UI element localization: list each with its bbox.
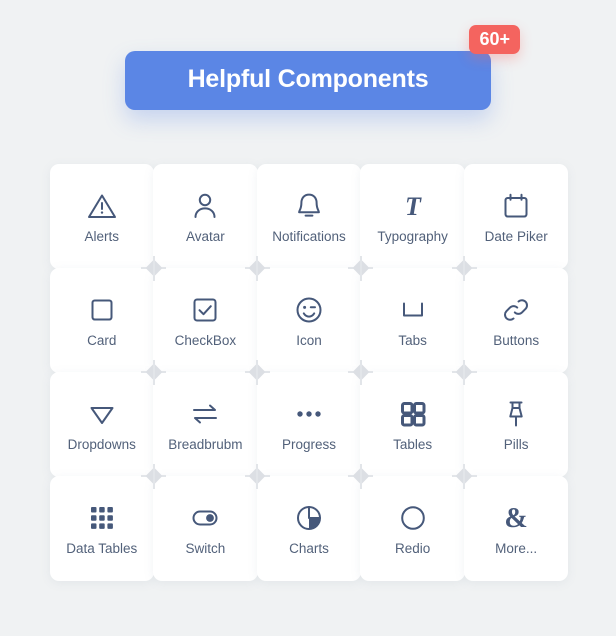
calendar-icon xyxy=(499,189,533,223)
header-banner-area: Helpful Components 60+ xyxy=(0,0,616,160)
two-way-arrows-icon xyxy=(188,397,222,431)
circle-outline-icon xyxy=(396,501,430,535)
four-squares-icon xyxy=(396,397,430,431)
component-cell-tables[interactable]: Tables xyxy=(360,371,465,477)
component-cell-breadbrubm[interactable]: Breadbrubm xyxy=(153,371,258,477)
component-cell-label: More... xyxy=(495,540,538,556)
component-cell-notifications[interactable]: Notifications xyxy=(256,163,362,269)
page-title: Helpful Components xyxy=(187,64,429,93)
component-cell-card[interactable]: Card xyxy=(49,267,155,373)
component-cell-label: Redio xyxy=(394,540,431,556)
component-cell-dropdowns[interactable]: Dropdowns xyxy=(49,371,155,477)
component-cell-label: Breadbrubm xyxy=(168,436,243,452)
header-banner[interactable]: Helpful Components 60+ xyxy=(125,24,520,110)
ampersand-icon: & xyxy=(499,501,533,535)
component-cell-label: Date Piker xyxy=(484,228,548,244)
pushpin-icon xyxy=(499,397,533,431)
italic-t-icon: T xyxy=(396,189,430,223)
component-cell-label: Pills xyxy=(503,436,529,452)
component-cell-label: Typography xyxy=(377,228,448,244)
nine-dots-grid-icon xyxy=(85,501,119,535)
component-cell-label: Card xyxy=(87,332,117,348)
square-outline-icon xyxy=(85,293,119,327)
component-cell-label: CheckBox xyxy=(174,332,237,348)
component-cell-label: Progress xyxy=(281,436,336,452)
component-cell-label: Alerts xyxy=(84,228,120,244)
component-cell-label: Dropdowns xyxy=(67,436,136,452)
component-cell-avatar[interactable]: Avatar xyxy=(153,163,258,269)
u-bracket-icon xyxy=(396,293,430,327)
component-cell-label: Buttons xyxy=(493,332,540,348)
bell-icon xyxy=(292,189,326,223)
svg-text:&: & xyxy=(505,503,528,534)
component-cell-redio[interactable]: Redio xyxy=(360,475,465,581)
component-cell-switch[interactable]: Switch xyxy=(153,475,258,581)
component-cell-charts[interactable]: Charts xyxy=(256,475,362,581)
component-cell-label: Tabs xyxy=(398,332,427,348)
component-cell-label: Tables xyxy=(393,436,433,452)
component-cell-checkbox[interactable]: CheckBox xyxy=(153,267,258,373)
component-cell-progress[interactable]: Progress xyxy=(256,371,362,477)
component-cell-typography[interactable]: T Typography xyxy=(360,163,465,269)
triangle-down-icon xyxy=(85,397,119,431)
component-grid: Alerts Avatar Notifications T Typography Date… xyxy=(49,163,569,581)
svg-text:T: T xyxy=(405,192,422,221)
component-cell-alerts[interactable]: Alerts xyxy=(49,163,155,269)
pie-chart-icon xyxy=(292,501,326,535)
component-cell-tabs[interactable]: Tabs xyxy=(360,267,465,373)
component-cell-label: Notifications xyxy=(272,228,346,244)
component-count-badge: 60+ xyxy=(469,24,520,54)
person-icon xyxy=(188,189,222,223)
component-cell-data-tables[interactable]: Data Tables xyxy=(49,475,155,581)
component-cell-label: Charts xyxy=(289,540,329,556)
chain-link-icon xyxy=(499,293,533,327)
component-cell-date-piker[interactable]: Date Piker xyxy=(463,163,569,269)
checked-box-icon xyxy=(188,293,222,327)
component-cell-label: Data Tables xyxy=(66,540,138,556)
component-cell-label: Switch xyxy=(185,540,226,556)
component-cell-more[interactable]: & More... xyxy=(463,475,569,581)
component-cell-buttons[interactable]: Buttons xyxy=(463,267,569,373)
component-cell-pills[interactable]: Pills xyxy=(463,371,569,477)
component-cell-icon[interactable]: Icon xyxy=(256,267,362,373)
toggle-switch-icon xyxy=(188,501,222,535)
component-cell-label: Icon xyxy=(296,332,322,348)
warning-triangle-icon xyxy=(85,189,119,223)
component-cell-label: Avatar xyxy=(186,228,225,244)
winking-smiley-icon xyxy=(292,293,326,327)
three-dots-icon xyxy=(292,397,326,431)
